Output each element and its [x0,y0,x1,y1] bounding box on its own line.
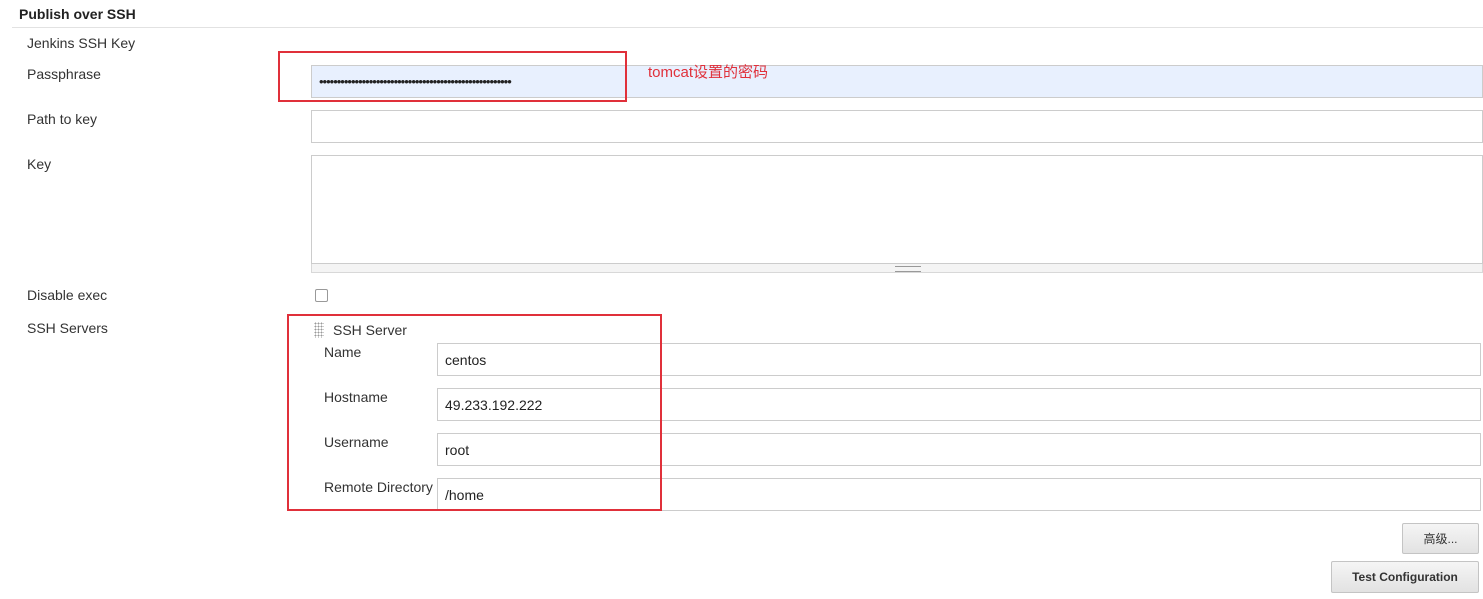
passphrase-highlight-box [278,51,627,102]
resize-grip-icon [895,266,921,272]
disable-exec-label: Disable exec [27,287,108,303]
path-to-key-label: Path to key [27,111,98,127]
key-textarea-resize-bar[interactable] [311,264,1483,273]
ssh-server-highlight-box [287,314,662,511]
section-title: Publish over SSH [19,6,136,22]
key-label: Key [27,156,52,172]
ssh-servers-label: SSH Servers [27,320,108,336]
path-to-key-input[interactable] [311,110,1483,143]
disable-exec-checkbox[interactable] [315,289,328,302]
passphrase-annotation: tomcat设置的密码 [648,64,769,81]
key-textarea[interactable] [311,155,1483,264]
advanced-button[interactable]: 高级... [1402,523,1479,554]
jenkins-ssh-key-label: Jenkins SSH Key [27,35,136,51]
test-configuration-button[interactable]: Test Configuration [1331,561,1479,593]
section-divider [12,27,1483,28]
passphrase-label: Passphrase [27,66,101,82]
